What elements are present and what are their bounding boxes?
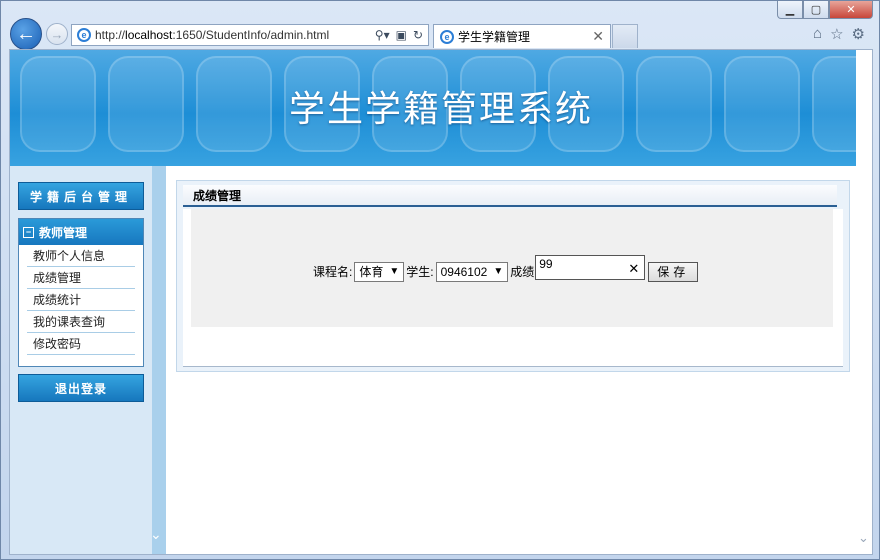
sidebar-item-teacher-info[interactable]: 教师个人信息 <box>27 245 135 267</box>
teacher-menu: − 教师管理 教师个人信息 成绩管理 成绩统计 我的课表查询 修改密码 <box>18 218 144 367</box>
back-arrow-icon: ← <box>16 22 36 45</box>
forward-arrow-icon: → <box>50 26 64 42</box>
score-label: 成绩 <box>510 265 535 279</box>
sidebar-item-my-schedule[interactable]: 我的课表查询 <box>27 311 135 333</box>
close-window-button[interactable]: ✕ <box>829 1 873 19</box>
score-input[interactable]: 99 ✕ <box>535 255 646 280</box>
course-select-value: 体育 <box>359 265 384 279</box>
student-select[interactable]: 0946102 ▼ <box>435 261 509 282</box>
grade-panel: 成绩管理 课程名: 体育 ▼ 学生: 0946102 ▼ 成绩 99 ✕ 保存 <box>176 180 850 372</box>
home-icon[interactable]: ⌂ <box>813 25 822 43</box>
refresh-icon[interactable]: ↻ <box>413 28 423 42</box>
student-select-value: 0946102 <box>440 264 488 279</box>
main-content: 成绩管理 课程名: 体育 ▼ 学生: 0946102 ▼ 成绩 99 ✕ 保存 <box>166 166 872 554</box>
grade-form-row: 课程名: 体育 ▼ 学生: 0946102 ▼ 成绩 99 ✕ 保存 <box>313 255 699 284</box>
search-icon[interactable]: ⚲▾ <box>375 28 390 42</box>
logout-button[interactable]: 退出登录 <box>18 374 144 402</box>
panel-body: 课程名: 体育 ▼ 学生: 0946102 ▼ 成绩 99 ✕ 保存 <box>183 209 843 367</box>
sidebar-item-grade-management[interactable]: 成绩管理 <box>27 267 135 289</box>
url-path: :1650/StudentInfo/admin.html <box>172 28 330 42</box>
sidebar-item-grade-statistics[interactable]: 成绩统计 <box>27 289 135 311</box>
browser-tab[interactable]: e 学生学籍管理 ✕ <box>433 24 611 48</box>
scroll-down-icon[interactable]: ⌄ <box>858 530 869 546</box>
browser-window: ▁ ▢ ✕ ← → e http://localhost:1650/Studen… <box>0 0 880 560</box>
page-scrollbar[interactable]: ⌄ <box>856 50 872 554</box>
sidebar-divider <box>152 166 166 554</box>
address-url[interactable]: http://localhost:1650/StudentInfo/admin.… <box>95 28 375 42</box>
collapse-icon[interactable]: − <box>23 226 34 238</box>
forward-button[interactable]: → <box>46 23 68 45</box>
ie-page-icon: e <box>77 28 91 42</box>
teacher-menu-header[interactable]: − 教师管理 <box>19 219 143 245</box>
sidebar-item-change-password[interactable]: 修改密码 <box>27 333 135 355</box>
course-select[interactable]: 体育 ▼ <box>354 261 405 282</box>
minimize-button[interactable]: ▁ <box>777 1 803 19</box>
settings-gear-icon[interactable]: ⚙ <box>852 25 865 43</box>
student-label: 学生: <box>406 265 434 279</box>
address-tools: ⚲▾ ▣ ↻ <box>375 28 428 42</box>
grade-form: 课程名: 体育 ▼ 学生: 0946102 ▼ 成绩 99 ✕ 保存 <box>191 209 833 327</box>
compat-view-icon[interactable]: ▣ <box>396 28 407 42</box>
tab-title: 学生学籍管理 <box>458 30 531 44</box>
window-controls: ▁ ▢ ✕ <box>777 1 873 19</box>
ie-tab-icon: e <box>440 29 454 44</box>
url-host: localhost <box>125 28 173 42</box>
new-tab-button[interactable] <box>612 24 638 48</box>
site-title: 学生学籍管理系统 <box>288 89 593 130</box>
chevron-down-icon: ▼ <box>493 266 504 277</box>
score-input-value: 99 <box>539 257 553 271</box>
url-prefix: http:// <box>95 28 126 42</box>
back-button[interactable]: ← <box>10 18 42 50</box>
maximize-button[interactable]: ▢ <box>803 1 829 19</box>
teacher-menu-title: 教师管理 <box>39 225 88 240</box>
clear-icon[interactable]: ✕ <box>628 261 639 277</box>
browser-toolbar-icons: ⌂ ☆ ⚙ <box>813 25 865 43</box>
page-viewport: 学生学籍管理系统 学籍后台管理 − 教师管理 教师个人信息 成绩管理 成绩统计 … <box>9 49 873 555</box>
sidebar-header[interactable]: 学籍后台管理 <box>18 182 144 210</box>
close-tab-icon[interactable]: ✕ <box>592 28 610 45</box>
site-banner: 学生学籍管理系统 <box>10 50 872 166</box>
address-bar[interactable]: e http://localhost:1650/StudentInfo/admi… <box>71 24 429 46</box>
sidebar-scroll-down-icon[interactable]: ⌄ <box>150 526 164 542</box>
save-button[interactable]: 保存 <box>648 261 699 282</box>
favorites-star-icon[interactable]: ☆ <box>830 25 843 43</box>
course-label: 课程名: <box>313 265 353 279</box>
chevron-down-icon: ▼ <box>389 266 400 277</box>
panel-title: 成绩管理 <box>183 185 837 207</box>
